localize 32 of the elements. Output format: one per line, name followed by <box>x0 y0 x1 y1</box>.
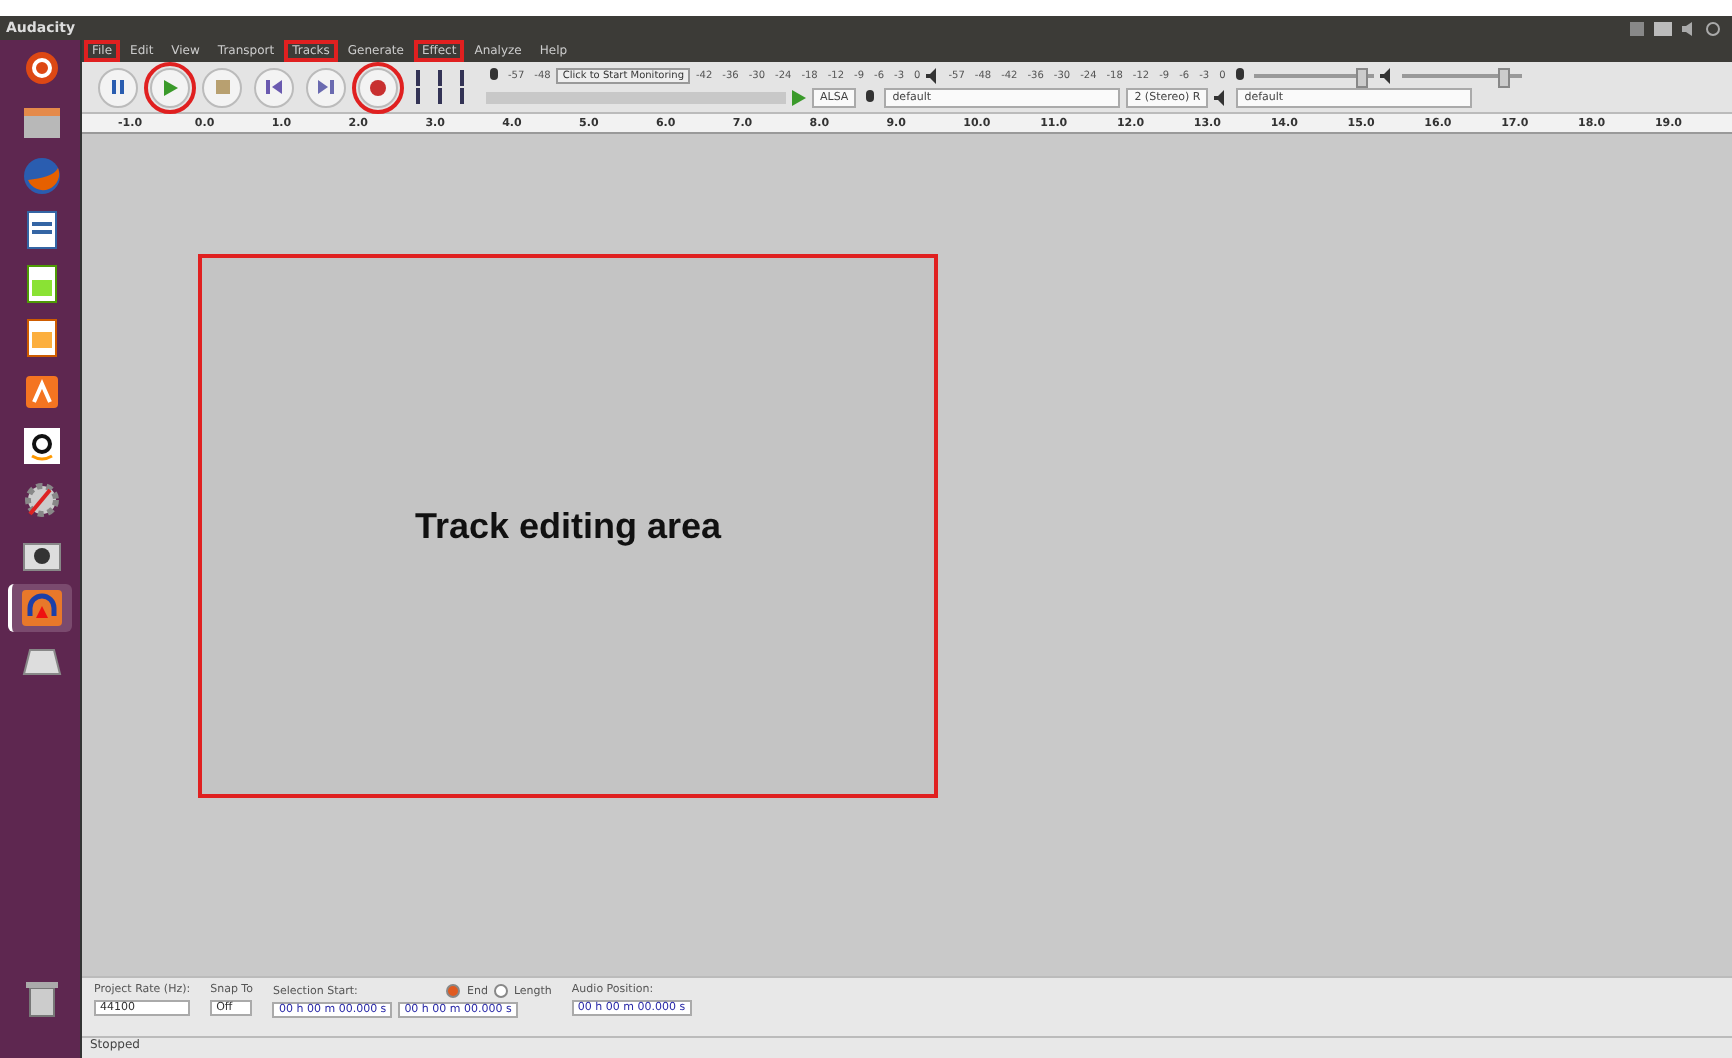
spreadsheet-icon[interactable] <box>26 264 58 304</box>
power-icon[interactable] <box>1706 21 1720 35</box>
volume-icon[interactable] <box>1682 21 1696 35</box>
pause-button[interactable] <box>98 67 138 107</box>
skip-end-button[interactable] <box>306 67 346 107</box>
play-icon <box>163 79 177 95</box>
stop-icon <box>215 80 229 94</box>
shopping-bag-icon[interactable] <box>22 372 62 412</box>
browser-icon[interactable] <box>22 156 62 196</box>
microphone-icon[interactable] <box>486 67 502 83</box>
slider-thumb[interactable] <box>1355 67 1368 87</box>
pause-icon <box>112 80 124 94</box>
annotation-label: Track editing area <box>414 505 722 547</box>
radio-button[interactable] <box>493 984 508 998</box>
folder-icon[interactable] <box>22 104 62 140</box>
slider-thumb[interactable] <box>1497 67 1510 87</box>
ubuntu-logo-icon[interactable] <box>24 50 60 86</box>
trash-icon[interactable] <box>24 978 60 1018</box>
record-icon <box>370 79 386 95</box>
launcher-item[interactable] <box>8 584 72 632</box>
microphone-icon[interactable] <box>1231 67 1248 83</box>
skip-end-icon <box>318 80 334 94</box>
speaker-icon[interactable] <box>1379 67 1396 83</box>
skip-start-button[interactable] <box>254 67 294 107</box>
document-icon[interactable] <box>26 210 58 250</box>
skip-start-icon <box>266 80 282 94</box>
drive-icon[interactable] <box>22 646 62 678</box>
settings-icon[interactable] <box>22 480 62 520</box>
amazon-icon[interactable] <box>22 426 62 466</box>
presentation-icon[interactable] <box>26 318 58 358</box>
radio-button[interactable] <box>446 984 461 998</box>
play-icon[interactable] <box>792 89 806 105</box>
